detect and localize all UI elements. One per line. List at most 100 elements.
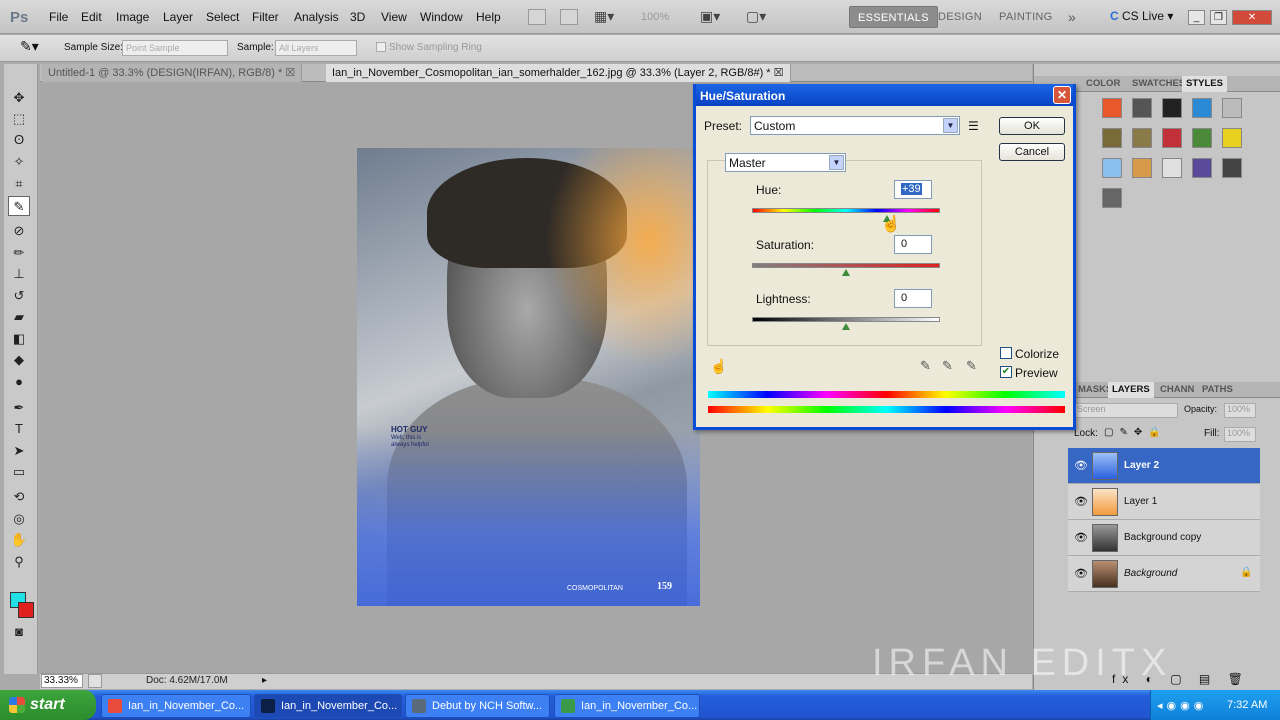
tray-icons[interactable]: ◂◉◉◉ — [1157, 699, 1207, 712]
crop-tool-icon[interactable]: ⌗ — [8, 174, 30, 194]
eyedropper-icon[interactable]: ✎ — [920, 358, 931, 374]
gradient-tool-icon[interactable]: ◧ — [8, 329, 30, 349]
tab-close-icon[interactable]: ☒ — [285, 67, 295, 79]
layer-row[interactable]: 👁 Background 🔒 — [1068, 556, 1260, 592]
dialog-close-icon[interactable]: ✕ — [1053, 86, 1071, 104]
arrange-documents-icon[interactable]: ▣▾ — [700, 8, 720, 25]
type-tool-icon[interactable]: T — [8, 419, 30, 439]
menu-file[interactable]: File — [49, 10, 68, 24]
lock-icons[interactable]: ▢✎✥🔒 — [1104, 427, 1167, 438]
tab-untitled[interactable]: Untitled-1 @ 33.3% (DESIGN(IRFAN), RGB/8… — [42, 64, 303, 82]
eyedropper-preset-icon[interactable]: ✎▾ — [20, 38, 39, 55]
style-swatch[interactable] — [1222, 158, 1242, 178]
layer-row[interactable]: 👁 Layer 2 — [1068, 448, 1260, 484]
workspace-design[interactable]: DESIGN — [930, 6, 990, 28]
menu-analysis[interactable]: Analysis — [294, 10, 339, 24]
menu-window[interactable]: Window — [420, 10, 463, 24]
style-swatch[interactable] — [1102, 158, 1122, 178]
visibility-eye-icon[interactable]: 👁 — [1074, 495, 1088, 508]
lightness-slider-thumb[interactable] — [842, 323, 850, 330]
style-swatch[interactable] — [1162, 128, 1182, 148]
preview-checkbox[interactable]: ✔ — [1000, 366, 1012, 378]
targeted-adjustment-icon[interactable]: ☝ — [710, 358, 727, 375]
tab-paths[interactable]: PATHS — [1198, 382, 1237, 398]
style-swatch[interactable] — [1192, 158, 1212, 178]
sample-select[interactable]: All Layers — [275, 40, 357, 56]
taskbar-item-image-viewer[interactable]: Ian_in_November_Co... — [554, 694, 700, 718]
tab-color[interactable]: COLOR — [1082, 76, 1124, 92]
style-swatch[interactable] — [1162, 98, 1182, 118]
style-swatch[interactable] — [1102, 128, 1122, 148]
status-menu-icon[interactable]: ▸ — [262, 675, 267, 686]
style-swatch[interactable] — [1162, 158, 1182, 178]
clone-stamp-icon[interactable]: ⊥ — [8, 264, 30, 284]
fill-field[interactable]: 100% — [1224, 427, 1256, 442]
preset-select[interactable]: Custom ▼ — [750, 116, 960, 135]
brush-tool-icon[interactable]: ✏ — [8, 243, 30, 263]
tab-layers[interactable]: LAYERS — [1108, 382, 1154, 398]
hand-tool-icon[interactable]: ✋ — [8, 530, 30, 550]
close-icon[interactable]: ✕ — [1232, 10, 1272, 25]
pen-tool-icon[interactable]: ✒ — [8, 398, 30, 418]
saturation-field[interactable]: 0 — [894, 235, 932, 254]
workspace-painting[interactable]: PAINTING — [991, 6, 1061, 28]
style-swatch[interactable] — [1132, 158, 1152, 178]
eyedropper-plus-icon[interactable]: ✎ — [942, 358, 953, 374]
style-swatch[interactable] — [1222, 98, 1242, 118]
tab-ian-photo[interactable]: Ian_in_November_Cosmopolitan_ian_somerha… — [326, 64, 791, 82]
quick-select-tool-icon[interactable]: ✧ — [8, 152, 30, 172]
style-swatch[interactable] — [1132, 128, 1152, 148]
restore-icon[interactable]: ❐ — [1210, 10, 1227, 25]
style-swatch[interactable] — [1192, 128, 1212, 148]
workspace-more-button[interactable]: » — [1060, 6, 1084, 28]
eyedropper-tool-icon[interactable]: ✎ — [8, 196, 30, 216]
cs-live-button[interactable]: C CS Live ▾ — [1110, 9, 1173, 23]
menu-help[interactable]: Help — [476, 10, 501, 24]
background-color-swatch[interactable] — [18, 602, 34, 618]
menu-view[interactable]: View — [381, 10, 407, 24]
menu-select[interactable]: Select — [206, 10, 239, 24]
taskbar-item-debut[interactable]: Debut by NCH Softw... — [405, 694, 550, 718]
extras-grid-icon[interactable]: ▦▾ — [594, 8, 614, 25]
saturation-slider-thumb[interactable] — [842, 269, 850, 276]
cancel-button[interactable]: Cancel — [999, 143, 1065, 161]
mini-bridge-icon[interactable] — [560, 9, 578, 25]
quick-mask-icon[interactable]: ◙ — [8, 622, 30, 642]
lightness-field[interactable]: 0 — [894, 289, 932, 308]
lasso-tool-icon[interactable]: ʘ — [8, 130, 30, 150]
screen-mode-icon[interactable]: ▢▾ — [746, 8, 766, 25]
history-brush-icon[interactable]: ↺ — [8, 286, 30, 306]
visibility-eye-icon[interactable]: 👁 — [1074, 567, 1088, 580]
workspace-essentials[interactable]: ESSENTIALS — [849, 6, 938, 28]
colorize-checkbox[interactable] — [1000, 347, 1012, 359]
status-zoom-field[interactable]: 33.33% — [41, 674, 83, 688]
menu-3d[interactable]: 3D — [350, 10, 365, 24]
move-tool-icon[interactable]: ✥ — [8, 88, 30, 108]
visibility-eye-icon[interactable]: 👁 — [1074, 531, 1088, 544]
taskbar-item-chrome[interactable]: Ian_in_November_Co... — [101, 694, 251, 718]
tab-close-icon[interactable]: ☒ — [774, 67, 784, 79]
menu-layer[interactable]: Layer — [163, 10, 193, 24]
style-swatch[interactable] — [1192, 98, 1212, 118]
blend-mode-select[interactable]: Screen — [1072, 403, 1178, 418]
style-swatch[interactable] — [1102, 98, 1122, 118]
style-swatch[interactable] — [1132, 98, 1152, 118]
visibility-eye-icon[interactable]: 👁 — [1074, 459, 1088, 472]
preset-options-icon[interactable]: ☰ — [968, 119, 979, 133]
minimize-icon[interactable]: _ — [1188, 10, 1205, 25]
style-swatch[interactable] — [1222, 128, 1242, 148]
tab-styles[interactable]: STYLES — [1182, 76, 1227, 92]
sampling-ring-checkbox[interactable] — [376, 42, 386, 52]
blur-tool-icon[interactable]: ◆ — [8, 350, 30, 370]
hue-field[interactable]: +39 — [894, 180, 932, 199]
3d-orbit-icon[interactable]: ◎ — [8, 509, 30, 529]
hue-slider-track[interactable] — [752, 208, 940, 213]
bridge-icon[interactable] — [528, 9, 546, 25]
3d-rotate-icon[interactable]: ⟲ — [8, 487, 30, 507]
lightness-slider-track[interactable] — [752, 317, 940, 322]
style-swatch[interactable] — [1102, 188, 1122, 208]
eyedropper-minus-icon[interactable]: ✎ — [966, 358, 977, 374]
zoom-level[interactable]: 100% — [641, 11, 669, 23]
tab-channels[interactable]: CHANN — [1156, 382, 1198, 398]
layer-row[interactable]: 👁 Layer 1 — [1068, 484, 1260, 520]
